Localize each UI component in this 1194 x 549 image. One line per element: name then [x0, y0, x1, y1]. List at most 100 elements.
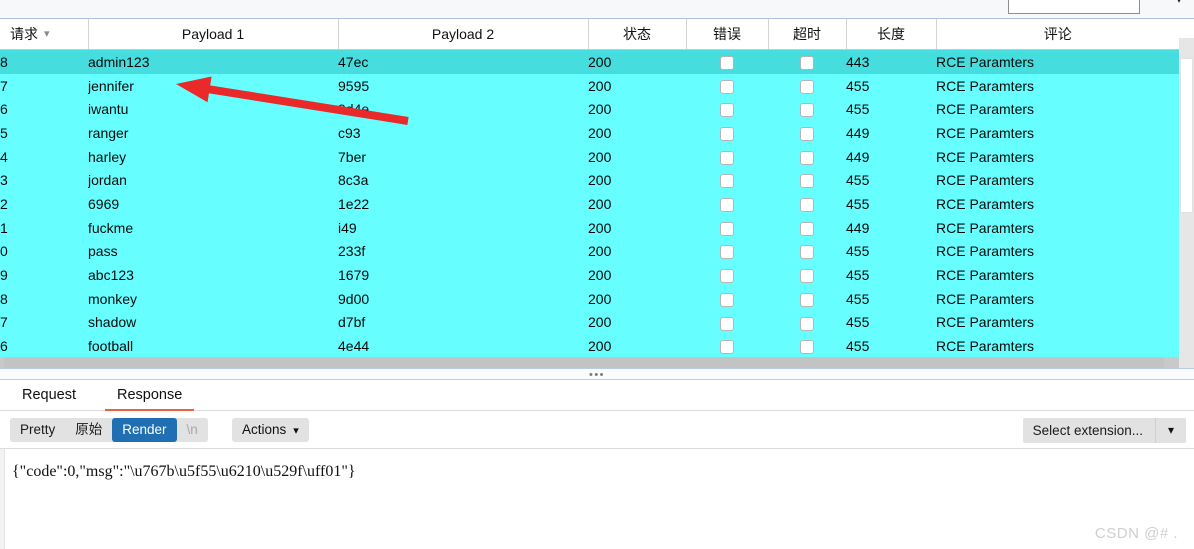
checkbox-icon[interactable] — [720, 292, 734, 307]
table-row[interactable]: 5 ranger c93 200 449 RCE Paramters — [0, 121, 1179, 145]
cell-error-checkbox[interactable] — [686, 216, 768, 240]
column-header-payload2[interactable]: Payload 2 — [338, 19, 589, 50]
checkbox-icon[interactable] — [800, 340, 814, 355]
cell-timeout-checkbox[interactable] — [768, 168, 846, 192]
table-row[interactable]: 8 admin123 47ec 200 443 RCE Paramters — [0, 49, 1179, 74]
cell-error-checkbox[interactable] — [686, 97, 768, 121]
cell-timeout-checkbox[interactable] — [768, 97, 846, 121]
table-row[interactable]: 0 pass 233f 200 455 RCE Paramters — [0, 239, 1179, 264]
column-header-error[interactable]: 错误 — [686, 19, 769, 50]
view-mode-render[interactable]: Render — [112, 418, 177, 442]
cell-timeout-checkbox[interactable] — [768, 216, 846, 240]
checkbox-icon[interactable] — [800, 174, 814, 189]
cell-timeout-checkbox[interactable] — [768, 334, 846, 358]
column-header-status[interactable]: 状态 — [588, 19, 687, 50]
cell-length: 449 — [846, 219, 870, 236]
cell-timeout-checkbox[interactable] — [768, 287, 846, 311]
actions-button[interactable]: Actions ▾ — [232, 418, 309, 442]
chevron-down-icon[interactable]: ▾ — [1155, 418, 1186, 443]
table-row[interactable]: 3 jordan 8c3a 200 455 RCE Paramters — [0, 168, 1179, 193]
table-row[interactable]: 7 shadow d7bf 200 455 RCE Paramters — [0, 310, 1179, 335]
checkbox-icon[interactable] — [800, 269, 814, 284]
checkbox-icon[interactable] — [720, 269, 734, 284]
cell-timeout-checkbox[interactable] — [768, 121, 846, 145]
response-body-viewer[interactable]: {"code":0,"msg":"\u767b\u5f55\u6210\u529… — [0, 448, 1194, 549]
cell-timeout-checkbox[interactable] — [768, 145, 846, 169]
column-header-length[interactable]: 长度 — [846, 19, 937, 50]
checkbox-icon[interactable] — [720, 55, 734, 70]
column-header-timeout[interactable]: 超时 — [768, 19, 847, 50]
checkbox-icon[interactable] — [800, 221, 814, 236]
checkbox-icon[interactable] — [800, 55, 814, 70]
cell-comment: RCE Paramters — [936, 101, 1035, 118]
table-row[interactable]: 7 jennifer 9595 200 455 RCE Paramters — [0, 73, 1179, 98]
column-header-comment[interactable]: 评论 — [936, 19, 1179, 50]
checkbox-icon[interactable] — [720, 316, 734, 331]
cell-timeout-checkbox[interactable] — [768, 311, 846, 335]
checkbox-icon[interactable] — [720, 174, 734, 189]
checkbox-icon[interactable] — [720, 221, 734, 236]
view-mode-pretty[interactable]: Pretty — [10, 418, 66, 442]
table-row[interactable]: 9 abc123 1679 200 455 RCE Paramters — [0, 263, 1179, 287]
table-row[interactable]: 1 fuckme i49 200 449 RCE Paramters — [0, 215, 1179, 240]
results-horizontal-scrollbar[interactable] — [0, 357, 1179, 368]
cell-error-checkbox[interactable] — [686, 74, 768, 98]
checkbox-icon[interactable] — [720, 198, 734, 213]
cell-status: 200 — [588, 101, 612, 118]
table-row[interactable]: 6 football 4e44 200 455 RCE Paramters — [0, 334, 1179, 358]
checkbox-icon[interactable] — [720, 103, 734, 118]
cell-request: 6 — [0, 101, 8, 118]
cell-request: 8 — [0, 53, 8, 70]
tab-request[interactable]: Request — [10, 380, 88, 411]
table-row[interactable]: 6 iwantu 9d4e 200 455 RCE Paramters — [0, 97, 1179, 122]
results-horizontal-scrollbar-thumb[interactable] — [4, 357, 1164, 368]
checkbox-icon[interactable] — [800, 103, 814, 118]
panel-splitter[interactable]: ••• — [0, 368, 1194, 381]
checkbox-icon[interactable] — [720, 79, 734, 94]
cell-error-checkbox[interactable] — [686, 168, 768, 192]
checkbox-icon[interactable] — [720, 245, 734, 260]
checkbox-icon[interactable] — [800, 198, 814, 213]
extension-select[interactable]: Select extension... ▾ — [1022, 418, 1186, 443]
cell-payload1: jennifer — [88, 77, 134, 94]
checkbox-icon[interactable] — [720, 340, 734, 355]
table-row[interactable]: 8 monkey 9d00 200 455 RCE Paramters — [0, 286, 1179, 311]
top-text-input[interactable] — [1008, 0, 1140, 14]
cell-comment: RCE Paramters — [936, 53, 1035, 70]
cell-timeout-checkbox[interactable] — [768, 50, 846, 74]
cell-timeout-checkbox[interactable] — [768, 240, 846, 264]
checkbox-icon[interactable] — [800, 150, 814, 165]
cell-error-checkbox[interactable] — [686, 192, 768, 216]
cell-error-checkbox[interactable] — [686, 50, 768, 74]
cell-error-checkbox[interactable] — [686, 145, 768, 169]
cell-timeout-checkbox[interactable] — [768, 263, 846, 287]
cell-error-checkbox[interactable] — [686, 334, 768, 358]
checkbox-icon[interactable] — [800, 292, 814, 307]
cell-timeout-checkbox[interactable] — [768, 74, 846, 98]
checkbox-icon[interactable] — [800, 79, 814, 94]
view-mode-raw[interactable]: 原始 — [65, 418, 113, 442]
cell-error-checkbox[interactable] — [686, 121, 768, 145]
results-vertical-scrollbar-thumb[interactable] — [1180, 58, 1193, 213]
results-vertical-scrollbar[interactable] — [1179, 38, 1194, 368]
table-row[interactable]: 2 6969 1e22 200 455 RCE Paramters — [0, 192, 1179, 216]
cell-comment: RCE Paramters — [936, 148, 1035, 165]
splitter-grip-icon[interactable]: ••• — [589, 370, 605, 381]
checkbox-icon[interactable] — [800, 127, 814, 142]
cell-error-checkbox[interactable] — [686, 240, 768, 264]
column-header-payload1[interactable]: Payload 1 — [88, 19, 339, 50]
view-mode-newline[interactable]: \n — [176, 418, 208, 442]
checkbox-icon[interactable] — [720, 150, 734, 165]
column-header-request[interactable]: 请求 ▾ — [0, 19, 89, 50]
cell-payload1: ranger — [88, 124, 129, 141]
checkbox-icon[interactable] — [720, 127, 734, 142]
checkbox-icon[interactable] — [800, 316, 814, 331]
cell-error-checkbox[interactable] — [686, 263, 768, 287]
cell-error-checkbox[interactable] — [686, 287, 768, 311]
cell-error-checkbox[interactable] — [686, 311, 768, 335]
tab-response[interactable]: Response — [105, 380, 195, 411]
table-row[interactable]: 4 harley 7ber 200 449 RCE Paramters — [0, 144, 1179, 169]
checkbox-icon[interactable] — [800, 245, 814, 260]
chevron-down-icon[interactable]: ▾ — [1170, 0, 1188, 8]
cell-timeout-checkbox[interactable] — [768, 192, 846, 216]
